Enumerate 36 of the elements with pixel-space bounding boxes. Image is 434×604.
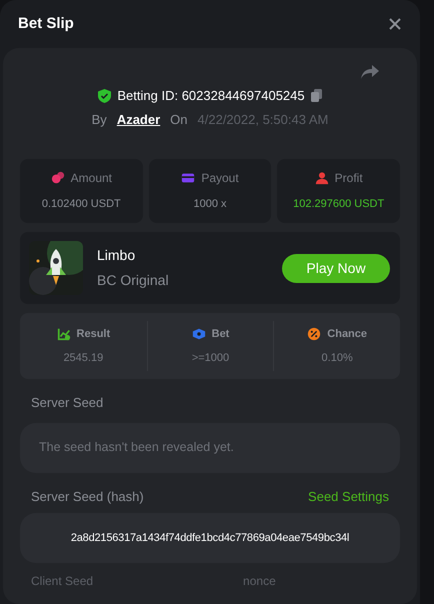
seed-settings-link[interactable]: Seed Settings [308, 486, 389, 506]
result-value: 0.10% [322, 351, 353, 366]
card-icon [181, 171, 196, 186]
stat-label: Amount [70, 170, 112, 188]
stat-value: 102.297600 USDT [293, 197, 384, 212]
stat-label: Payout [201, 170, 239, 188]
stat-value: 0.102400 USDT [42, 197, 121, 212]
close-icon[interactable] [388, 17, 402, 31]
field-label: Server Seed [31, 394, 104, 412]
ticket-icon [192, 326, 206, 341]
coins-icon [50, 171, 65, 186]
field-label: Client Seed [31, 575, 94, 587]
shield-check-icon [98, 88, 112, 103]
betting-id: Betting ID: 60232844697405245 [117, 87, 305, 105]
percent-icon [307, 326, 322, 341]
result-label: Chance [327, 326, 368, 342]
by-label: By [92, 110, 107, 129]
person-icon [314, 171, 329, 186]
result-label: Result [76, 326, 110, 342]
share-icon[interactable] [360, 64, 380, 80]
bet-date: 4/22/2022, 5:50:43 AM [198, 110, 328, 128]
result-label: Bet [212, 326, 230, 342]
server-seed-hash-field[interactable]: 2a8d2156317a1434f74ddfe1bcd4c77869a04eae7549bc34l [20, 513, 400, 563]
result-value: >=1000 [192, 351, 230, 366]
game-provider: BC Original [97, 271, 169, 290]
user-link[interactable]: Azader [116, 110, 160, 129]
chart-check-icon [56, 326, 71, 341]
stat-label: Profit [334, 170, 363, 188]
on-label: On [170, 110, 188, 128]
field-label: nonce [243, 575, 276, 587]
dialog-title: Bet Slip [18, 14, 74, 34]
copy-icon[interactable] [310, 89, 322, 102]
field-label: Server Seed (hash) [31, 488, 144, 506]
stat-value: 1000 x [193, 197, 226, 212]
result-value: 2545.19 [63, 351, 104, 366]
game-name: Limbo [97, 246, 136, 265]
